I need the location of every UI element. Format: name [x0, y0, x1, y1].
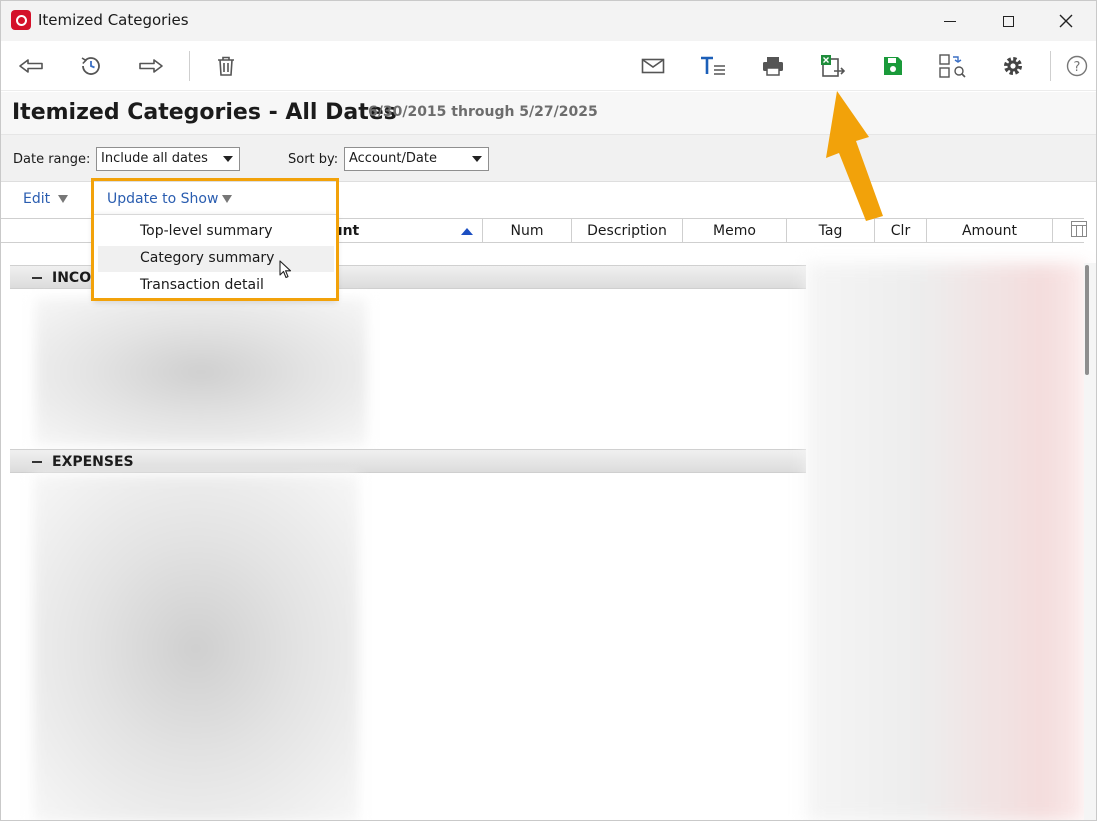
app-window: Itemized Categories ? Itemized Categorie… — [0, 0, 1097, 821]
mouse-cursor-icon — [279, 260, 292, 279]
sort-by-select[interactable]: Account/Date — [344, 147, 489, 171]
toolbar-divider — [189, 51, 190, 81]
highlight-annotation-box — [91, 178, 339, 301]
page-title: Itemized Categories - All Dates — [12, 100, 397, 125]
trash-icon[interactable] — [210, 51, 242, 81]
chevron-down-icon — [217, 148, 239, 170]
date-range-select[interactable]: Include all dates — [96, 147, 240, 171]
back-arrow-icon[interactable] — [15, 51, 47, 81]
annotation-arrow-icon — [826, 91, 883, 221]
minimize-button[interactable] — [921, 1, 979, 41]
column-settings-icon[interactable] — [1071, 221, 1087, 237]
close-icon — [1059, 14, 1073, 28]
find-replace-icon[interactable] — [936, 51, 968, 81]
maximize-button[interactable] — [979, 1, 1037, 41]
sort-by-value: Account/Date — [349, 151, 437, 166]
svg-text:?: ? — [1074, 60, 1081, 75]
title-bar: Itemized Categories — [1, 1, 1096, 41]
redacted-expense-rows — [33, 475, 359, 820]
date-range-value: Include all dates — [101, 151, 208, 166]
save-icon[interactable] — [877, 51, 909, 81]
column-description[interactable]: Description — [572, 219, 683, 243]
gear-icon[interactable] — [997, 51, 1029, 81]
edit-dropdown-icon[interactable] — [58, 195, 68, 203]
sort-ascending-icon — [461, 228, 473, 235]
collapse-icon[interactable] — [32, 277, 42, 279]
edit-menu-button[interactable]: Edit — [23, 191, 50, 207]
report-header: Itemized Categories - All Dates 6/30/201… — [1, 92, 1096, 134]
income-section-label: INCO — [52, 270, 92, 286]
column-num[interactable]: Num — [483, 219, 572, 243]
chevron-down-icon — [466, 148, 488, 170]
print-icon[interactable] — [757, 51, 789, 81]
export-excel-icon[interactable] — [817, 51, 849, 81]
toolbar-divider — [1050, 51, 1051, 81]
quicken-logo-icon — [11, 10, 31, 30]
expenses-section-header[interactable]: EXPENSES — [10, 449, 806, 473]
date-range-text: 6/30/2015 through 5/27/2025 — [368, 104, 598, 120]
date-range-label: Date range: — [13, 152, 91, 167]
close-button[interactable] — [1037, 1, 1095, 41]
expenses-section-label: EXPENSES — [52, 454, 134, 470]
help-icon[interactable]: ? — [1061, 51, 1093, 81]
scrollbar-thumb[interactable] — [1085, 265, 1089, 375]
filter-bar: Date range: Include all dates Sort by: A… — [1, 134, 1096, 182]
sort-by-label: Sort by: — [288, 152, 339, 167]
forward-arrow-icon[interactable] — [135, 51, 167, 81]
redacted-income-rows — [35, 298, 367, 446]
redacted-amount-column — [806, 263, 1086, 820]
column-amount[interactable]: Amount — [927, 219, 1053, 243]
window-title: Itemized Categories — [38, 11, 189, 29]
text-format-icon[interactable] — [697, 51, 729, 81]
history-icon[interactable] — [75, 51, 107, 81]
column-memo[interactable]: Memo — [683, 219, 787, 243]
toolbar: ? — [1, 41, 1096, 91]
mail-icon[interactable] — [637, 51, 669, 81]
collapse-icon[interactable] — [32, 461, 42, 463]
